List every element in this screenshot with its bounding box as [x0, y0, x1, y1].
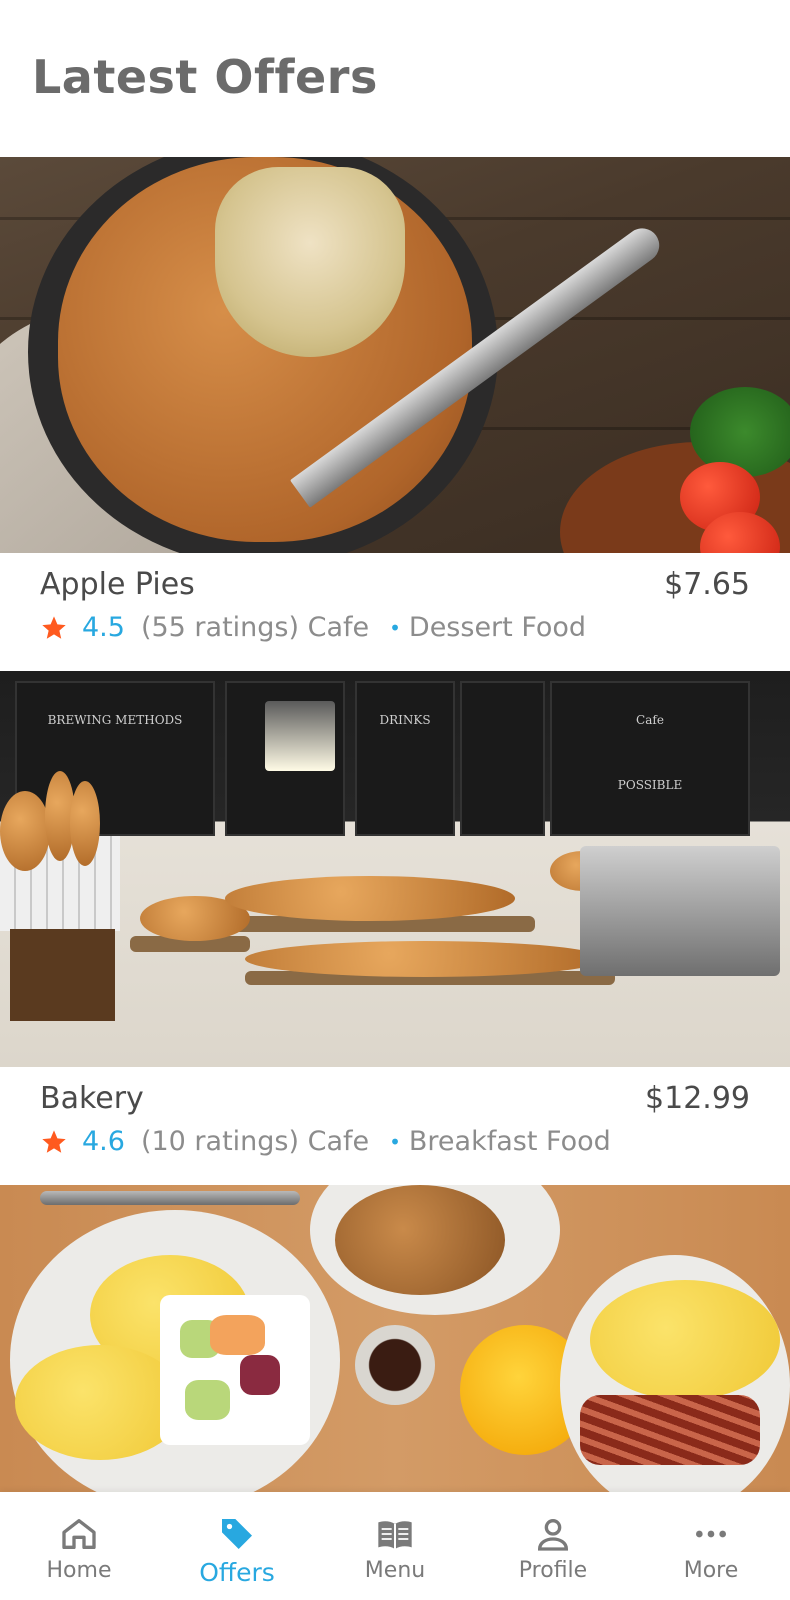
rating-value: 4.5 [82, 612, 125, 643]
grapes [240, 1355, 280, 1395]
offer-image-bakery[interactable]: BREWING METHODS Life DRINKS CafePOSSIBLE [0, 671, 790, 1067]
offer-category: Breakfast Food [408, 1126, 611, 1157]
offer-card[interactable]: Apple Pies $7.65 4.5 (55 ratings) Cafe •… [0, 157, 790, 671]
offer-name: Bakery [40, 1081, 144, 1116]
pie-filling [215, 167, 405, 357]
nav-home[interactable]: Home [0, 1492, 158, 1600]
tag-icon [222, 1519, 252, 1549]
pastries [245, 941, 605, 977]
nav-label: Menu [364, 1558, 426, 1583]
offer-price: $12.99 [645, 1081, 750, 1116]
person-icon [537, 1519, 569, 1551]
offer-card[interactable] [0, 1185, 790, 1492]
bacon [580, 1395, 760, 1465]
nav-menu[interactable]: Menu [316, 1492, 474, 1600]
offer-info[interactable]: Bakery $12.99 4.6 (10 ratings) Cafe • Br… [0, 1067, 790, 1185]
ratings-count: (55 ratings) Cafe [140, 612, 370, 643]
nav-label: More [683, 1558, 739, 1583]
separator-dot: • [389, 615, 401, 640]
chalkboard-text: BREWING METHODS [47, 713, 183, 727]
toaster [580, 846, 780, 976]
more-dots-icon [696, 1530, 726, 1538]
offer-name: Apple Pies [40, 567, 195, 602]
offer-card[interactable]: BREWING METHODS Life DRINKS CafePOSSIBLE… [0, 671, 790, 1185]
baguette [0, 791, 50, 871]
croissants [225, 876, 515, 921]
chalkboard-text: DRINKS [379, 713, 431, 727]
cantaloupe [210, 1315, 265, 1355]
star-icon [42, 1129, 66, 1153]
omelette [590, 1280, 780, 1400]
page-title: Latest Offers [32, 50, 378, 104]
chalkboard: Cafe POSSIBLE [550, 681, 750, 836]
nav-label: Home [46, 1558, 112, 1583]
chalkboard: DRINKS [355, 681, 455, 836]
star-icon [42, 615, 66, 639]
offer-price: $7.65 [664, 567, 750, 602]
chalkboard-text: POSSIBLE [617, 778, 683, 792]
french-toast [335, 1185, 505, 1295]
separator-dot: • [389, 1129, 401, 1154]
ratings-count: (10 ratings) Cafe [140, 1126, 370, 1157]
rating-value: 4.6 [82, 1126, 125, 1157]
home-icon [62, 1519, 96, 1549]
nav-offers[interactable]: Offers [158, 1492, 316, 1600]
bottom-nav: Home Offers Menu Profile More [0, 1492, 790, 1600]
melon [185, 1380, 230, 1420]
book-icon [378, 1521, 412, 1549]
nav-profile[interactable]: Profile [474, 1492, 632, 1600]
header: Latest Offers [0, 0, 790, 157]
offers-feed[interactable]: Apple Pies $7.65 4.5 (55 ratings) Cafe •… [0, 157, 790, 1492]
chalkboard [460, 681, 545, 836]
nav-label: Profile [518, 1558, 588, 1583]
offer-image-pie[interactable] [0, 157, 790, 553]
baguette [70, 781, 100, 866]
nav-label: Offers [199, 1558, 275, 1587]
offer-image-breakfast[interactable] [0, 1185, 790, 1492]
offer-category: Dessert Food [408, 612, 587, 643]
chalkboard-text: Cafe [636, 713, 664, 727]
knife [40, 1191, 300, 1205]
wooden-crate [10, 929, 115, 1021]
nav-more[interactable]: More [632, 1492, 790, 1600]
offer-info[interactable]: Apple Pies $7.65 4.5 (55 ratings) Cafe •… [0, 553, 790, 671]
heat-lamp [265, 701, 335, 771]
coffee-cup [355, 1325, 435, 1405]
